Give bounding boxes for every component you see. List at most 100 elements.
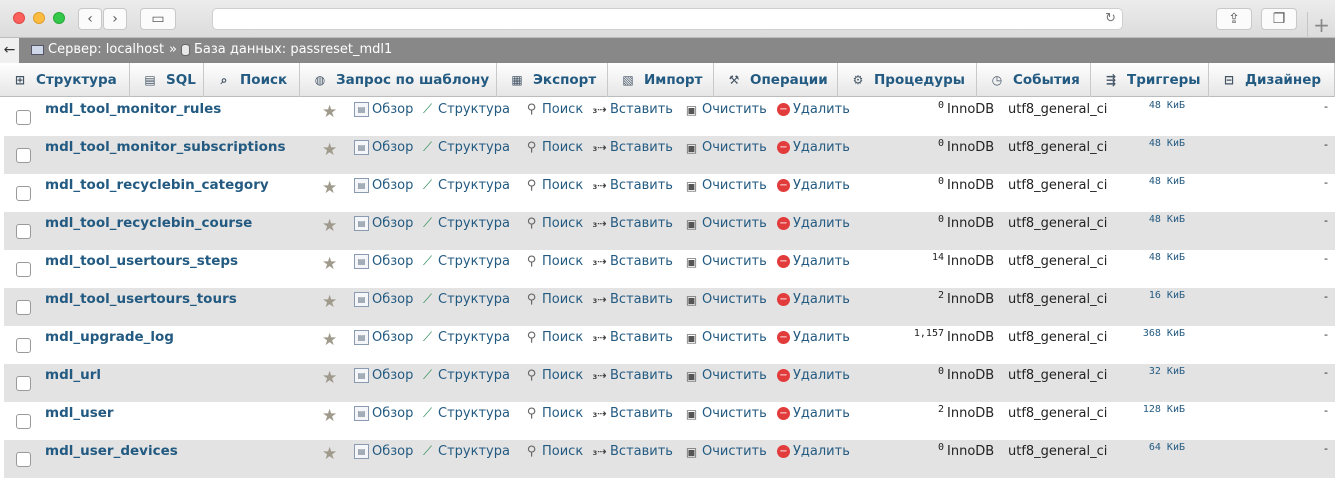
table-size-link[interactable]: 48 КиБ [1095, 100, 1185, 111]
table-name-link[interactable]: mdl_user_devices [45, 443, 178, 459]
row-checkbox[interactable] [16, 110, 31, 125]
drop-action[interactable]: − Удалить [777, 140, 850, 155]
row-checkbox[interactable] [16, 338, 31, 353]
address-bar[interactable]: ↻ [212, 8, 1123, 30]
insert-action[interactable]: ₃⇢ Вставить [592, 330, 672, 345]
row-checkbox[interactable] [16, 376, 31, 391]
browse-action[interactable]: ▤ Обзор [354, 330, 413, 345]
table-name-link[interactable]: mdl_tool_monitor_rules [45, 101, 221, 117]
empty-action[interactable]: ▣ Очистить [684, 102, 767, 117]
browse-action[interactable]: ▤ Обзор [354, 292, 413, 307]
drop-action[interactable]: − Удалить [777, 330, 850, 345]
favorite-star-icon[interactable]: ★ [322, 444, 337, 464]
back-button[interactable]: ‹ [78, 8, 102, 30]
table-size-link[interactable]: 48 КиБ [1095, 252, 1185, 263]
table-name-link[interactable]: mdl_upgrade_log [45, 329, 174, 345]
structure-action[interactable]: ⟋ Структура [420, 102, 510, 117]
browse-action[interactable]: ▤ Обзор [354, 444, 413, 459]
browse-action[interactable]: ▤ Обзор [354, 140, 413, 155]
drop-action[interactable]: − Удалить [777, 368, 850, 383]
table-size-link[interactable]: 16 КиБ [1095, 290, 1185, 301]
close-window-button[interactable] [13, 12, 25, 24]
empty-action[interactable]: ▣ Очистить [684, 216, 767, 231]
drop-action[interactable]: − Удалить [777, 444, 850, 459]
empty-action[interactable]: ▣ Очистить [684, 406, 767, 421]
row-checkbox[interactable] [16, 148, 31, 163]
favorite-star-icon[interactable]: ★ [322, 140, 337, 160]
drop-action[interactable]: − Удалить [777, 292, 850, 307]
breadcrumb-database[interactable]: База данных: passreset_mdl1 [181, 38, 392, 62]
search-action[interactable]: ⚲ Поиск [524, 444, 583, 459]
tab-clock[interactable]: ◷ События [977, 63, 1091, 97]
tab-routines[interactable]: ⚙ Процедуры [838, 63, 977, 97]
search-action[interactable]: ⚲ Поиск [524, 216, 583, 231]
table-name-link[interactable]: mdl_tool_recyclebin_category [45, 177, 269, 193]
empty-action[interactable]: ▣ Очистить [684, 178, 767, 193]
structure-action[interactable]: ⟋ Структура [420, 140, 510, 155]
row-checkbox[interactable] [16, 224, 31, 239]
structure-action[interactable]: ⟋ Структура [420, 444, 510, 459]
browse-action[interactable]: ▤ Обзор [354, 216, 413, 231]
table-size-link[interactable]: 48 КиБ [1095, 138, 1185, 149]
collapse-navigation-button[interactable]: ← [0, 38, 19, 63]
tab-query[interactable]: ◍ Запрос по шаблону [300, 63, 497, 97]
insert-action[interactable]: ₃⇢ Вставить [592, 254, 672, 269]
browse-action[interactable]: ▤ Обзор [354, 368, 413, 383]
structure-action[interactable]: ⟋ Структура [420, 330, 510, 345]
browse-action[interactable]: ▤ Обзор [354, 254, 413, 269]
favorite-star-icon[interactable]: ★ [322, 292, 337, 312]
insert-action[interactable]: ₃⇢ Вставить [592, 140, 672, 155]
empty-action[interactable]: ▣ Очистить [684, 330, 767, 345]
minimize-window-button[interactable] [33, 12, 45, 24]
table-size-link[interactable]: 48 КиБ [1095, 176, 1185, 187]
reload-icon[interactable]: ↻ [1105, 11, 1116, 26]
zoom-window-button[interactable] [53, 12, 65, 24]
browse-action[interactable]: ▤ Обзор [354, 102, 413, 117]
structure-action[interactable]: ⟋ Структура [420, 254, 510, 269]
table-name-link[interactable]: mdl_tool_recyclebin_course [45, 215, 252, 231]
structure-action[interactable]: ⟋ Структура [420, 216, 510, 231]
insert-action[interactable]: ₃⇢ Вставить [592, 406, 672, 421]
table-size-link[interactable]: 64 КиБ [1095, 442, 1185, 453]
row-checkbox[interactable] [16, 186, 31, 201]
drop-action[interactable]: − Удалить [777, 406, 850, 421]
table-size-link[interactable]: 368 КиБ [1095, 328, 1185, 339]
tab-wrench[interactable]: ⚒ Операции [714, 63, 838, 97]
search-action[interactable]: ⚲ Поиск [524, 178, 583, 193]
forward-button[interactable]: › [103, 8, 127, 30]
tab-designer[interactable]: ⊟ Дизайнер [1209, 63, 1335, 97]
favorite-star-icon[interactable]: ★ [322, 102, 337, 122]
share-button[interactable]: ⇪ [1216, 8, 1252, 30]
table-name-link[interactable]: mdl_tool_usertours_tours [45, 291, 237, 307]
tab-structure[interactable]: ⊞ Структура [0, 63, 130, 97]
empty-action[interactable]: ▣ Очистить [684, 254, 767, 269]
search-action[interactable]: ⚲ Поиск [524, 368, 583, 383]
table-size-link[interactable]: 128 КиБ [1095, 404, 1185, 415]
favorite-star-icon[interactable]: ★ [322, 368, 337, 388]
breadcrumb-server[interactable]: Сервер: localhost [31, 38, 164, 62]
search-action[interactable]: ⚲ Поиск [524, 292, 583, 307]
empty-action[interactable]: ▣ Очистить [684, 368, 767, 383]
search-action[interactable]: ⚲ Поиск [524, 330, 583, 345]
favorite-star-icon[interactable]: ★ [322, 406, 337, 426]
tab-search[interactable]: ⌕ Поиск [204, 63, 300, 97]
table-name-link[interactable]: mdl_tool_monitor_subscriptions [45, 139, 286, 155]
search-action[interactable]: ⚲ Поиск [524, 254, 583, 269]
search-action[interactable]: ⚲ Поиск [524, 406, 583, 421]
insert-action[interactable]: ₃⇢ Вставить [592, 216, 672, 231]
browse-action[interactable]: ▤ Обзор [354, 178, 413, 193]
insert-action[interactable]: ₃⇢ Вставить [592, 178, 672, 193]
browse-action[interactable]: ▤ Обзор [354, 406, 413, 421]
structure-action[interactable]: ⟋ Структура [420, 178, 510, 193]
tab-sql[interactable]: ▤ SQL [130, 63, 204, 97]
drop-action[interactable]: − Удалить [777, 102, 850, 117]
favorite-star-icon[interactable]: ★ [322, 254, 337, 274]
insert-action[interactable]: ₃⇢ Вставить [592, 444, 672, 459]
tab-import[interactable]: ▧ Импорт [608, 63, 714, 97]
row-checkbox[interactable] [16, 452, 31, 467]
search-action[interactable]: ⚲ Поиск [524, 140, 583, 155]
table-size-link[interactable]: 48 КиБ [1095, 214, 1185, 225]
structure-action[interactable]: ⟋ Структура [420, 406, 510, 421]
row-checkbox[interactable] [16, 414, 31, 429]
tab-triggers[interactable]: ⇶ Триггеры [1091, 63, 1209, 97]
